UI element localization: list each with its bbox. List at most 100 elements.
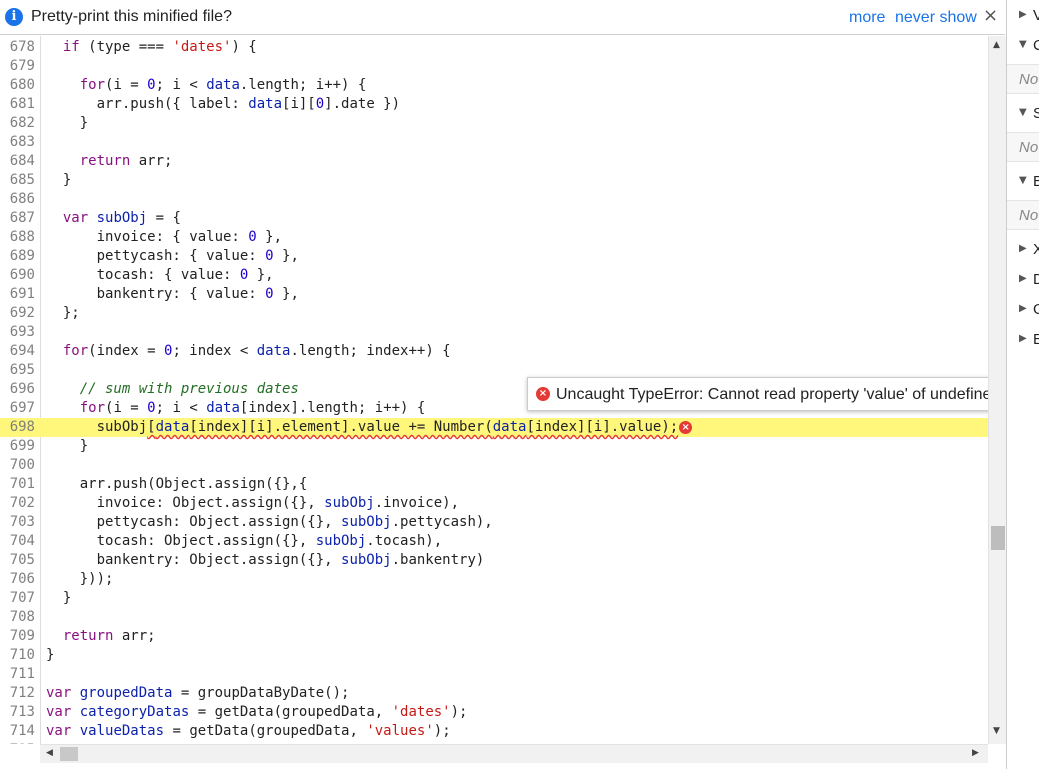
section-title[interactable]: B <box>1033 173 1039 190</box>
code-line[interactable]: 679 <box>0 57 988 76</box>
vertical-scroll-thumb[interactable] <box>991 526 1005 550</box>
scroll-left-arrow-icon[interactable]: ◀ <box>46 748 53 758</box>
code-line[interactable]: 708 <box>0 608 988 627</box>
line-number[interactable]: 691 <box>0 285 35 304</box>
code-line[interactable]: 706 })); <box>0 570 988 589</box>
line-number[interactable]: 711 <box>0 665 35 684</box>
line-number[interactable]: 708 <box>0 608 35 627</box>
code-line[interactable]: 700 <box>0 456 988 475</box>
line-number[interactable]: 699 <box>0 437 35 456</box>
never-show-link[interactable]: never show <box>895 9 977 27</box>
line-number[interactable]: 703 <box>0 513 35 532</box>
expand-right-icon[interactable]: ▶ <box>1019 243 1027 254</box>
code-line[interactable]: 688 invoice: { value: 0 }, <box>0 228 988 247</box>
line-number[interactable]: 686 <box>0 190 35 209</box>
more-link[interactable]: more <box>849 9 885 27</box>
expand-down-icon[interactable]: ▼ <box>1019 175 1027 186</box>
line-number[interactable]: 698 <box>0 418 35 437</box>
scroll-right-arrow-icon[interactable]: ▶ <box>972 748 979 758</box>
expand-right-icon[interactable]: ▶ <box>1019 273 1027 284</box>
code-line[interactable]: 693 <box>0 323 988 342</box>
line-number[interactable]: 702 <box>0 494 35 513</box>
line-number[interactable]: 689 <box>0 247 35 266</box>
line-number[interactable]: 684 <box>0 152 35 171</box>
code-line[interactable]: 714 var valueDatas = getData(groupedData,… <box>0 722 988 741</box>
line-number[interactable]: 685 <box>0 171 35 190</box>
line-number[interactable]: 705 <box>0 551 35 570</box>
code-line[interactable]: 712 var groupedData = groupDataByDate(); <box>0 684 988 703</box>
line-number[interactable]: 709 <box>0 627 35 646</box>
line-number[interactable]: 697 <box>0 399 35 418</box>
line-number[interactable]: 692 <box>0 304 35 323</box>
code-line[interactable]: 690 tocash: { value: 0 }, <box>0 266 988 285</box>
code-line[interactable]: 713 var categoryDatas = getData(groupedDa… <box>0 703 988 722</box>
code-line[interactable]: 685 } <box>0 171 988 190</box>
code-line[interactable]: 687 var subObj = { <box>0 209 988 228</box>
side-panel-section-header[interactable]: ▶D <box>1007 266 1039 294</box>
code-line[interactable]: 710} <box>0 646 988 665</box>
code-line[interactable]: 699 } <box>0 437 988 456</box>
line-number[interactable]: 694 <box>0 342 35 361</box>
line-number[interactable]: 680 <box>0 76 35 95</box>
code-line[interactable]: 705 bankentry: Object.assign({}, subObj.… <box>0 551 988 570</box>
side-panel-section-header[interactable]: ▶X <box>1007 236 1039 264</box>
line-number[interactable]: 678 <box>0 38 35 57</box>
expand-right-icon[interactable]: ▶ <box>1019 303 1027 314</box>
line-number[interactable]: 681 <box>0 95 35 114</box>
code-line[interactable]: 686 <box>0 190 988 209</box>
side-panel-section-header[interactable]: ▶V <box>1007 2 1039 30</box>
scroll-up-arrow-icon[interactable]: ▲ <box>993 40 1000 50</box>
line-number[interactable]: 704 <box>0 532 35 551</box>
section-title[interactable]: X <box>1033 241 1039 258</box>
expand-right-icon[interactable]: ▶ <box>1019 9 1027 20</box>
code-line[interactable]: 709 return arr; <box>0 627 988 646</box>
vertical-scrollbar[interactable]: ▲ ▼ <box>988 36 1007 744</box>
code-line[interactable]: 682 } <box>0 114 988 133</box>
scroll-down-arrow-icon[interactable]: ▼ <box>993 726 1000 736</box>
close-icon[interactable]: × <box>983 5 998 26</box>
code-line[interactable]: 704 tocash: Object.assign({}, subObj.toc… <box>0 532 988 551</box>
section-title[interactable]: C <box>1033 37 1039 54</box>
line-number[interactable]: 682 <box>0 114 35 133</box>
line-number[interactable]: 715 <box>0 741 35 744</box>
code-line[interactable]: 683 <box>0 133 988 152</box>
side-panel-section-header[interactable]: ▼S <box>1007 100 1039 128</box>
line-number[interactable]: 688 <box>0 228 35 247</box>
line-number[interactable]: 710 <box>0 646 35 665</box>
line-number[interactable]: 713 <box>0 703 35 722</box>
side-panel-section-header[interactable]: ▼B <box>1007 168 1039 196</box>
code-line[interactable]: 684 return arr; <box>0 152 988 171</box>
line-number[interactable]: 690 <box>0 266 35 285</box>
expand-right-icon[interactable]: ▶ <box>1019 333 1027 344</box>
section-title[interactable]: S <box>1033 105 1039 122</box>
code-line[interactable]: 702 invoice: Object.assign({}, subObj.in… <box>0 494 988 513</box>
code-line[interactable]: 691 bankentry: { value: 0 }, <box>0 285 988 304</box>
code-line[interactable]: 692 }; <box>0 304 988 323</box>
line-number[interactable]: 687 <box>0 209 35 228</box>
line-number[interactable]: 695 <box>0 361 35 380</box>
code-line[interactable]: 707 } <box>0 589 988 608</box>
section-title[interactable]: G <box>1033 301 1039 318</box>
side-panel-section-header[interactable]: ▼C <box>1007 32 1039 60</box>
code-line[interactable]: 689 pettycash: { value: 0 }, <box>0 247 988 266</box>
line-number[interactable]: 693 <box>0 323 35 342</box>
line-number[interactable]: 701 <box>0 475 35 494</box>
side-panel-section-header[interactable]: ▶E <box>1007 326 1039 354</box>
line-number[interactable]: 714 <box>0 722 35 741</box>
line-number[interactable]: 679 <box>0 57 35 76</box>
side-panel-section-header[interactable]: ▶G <box>1007 296 1039 324</box>
error-code-line[interactable]: 698 subObj[data[index][i].element].value… <box>0 418 988 437</box>
code-line[interactable]: 694 for(index = 0; index < data.length; … <box>0 342 988 361</box>
section-title[interactable]: V <box>1033 7 1039 24</box>
code-line[interactable]: 678 if (type === 'dates') { <box>0 38 988 57</box>
horizontal-scroll-thumb[interactable] <box>60 747 78 761</box>
line-number[interactable]: 696 <box>0 380 35 399</box>
line-number[interactable]: 706 <box>0 570 35 589</box>
code-line[interactable]: 681 arr.push({ label: data[i][0].date }) <box>0 95 988 114</box>
code-line[interactable]: 701 arr.push(Object.assign({},{ <box>0 475 988 494</box>
code-line[interactable]: 680 for(i = 0; i < data.length; i++) { <box>0 76 988 95</box>
line-number[interactable]: 707 <box>0 589 35 608</box>
expand-down-icon[interactable]: ▼ <box>1019 107 1027 118</box>
code-line[interactable]: 711 <box>0 665 988 684</box>
error-marker-icon[interactable]: × <box>679 420 693 434</box>
